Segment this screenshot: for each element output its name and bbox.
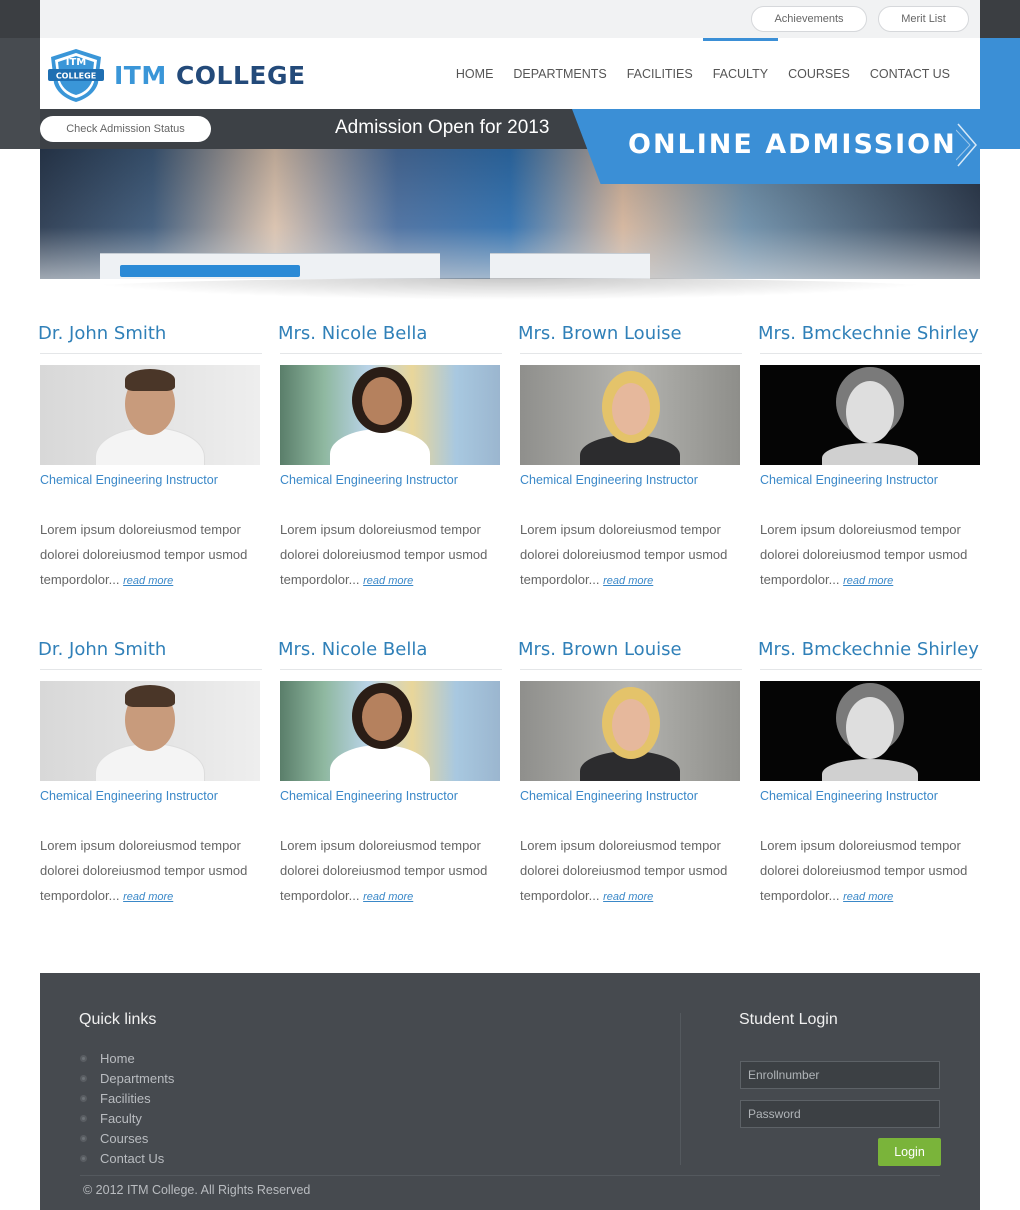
read-more-link[interactable]: read more	[603, 891, 653, 903]
faculty-description: Lorem ipsum doloreiusmod tempor dolorei …	[520, 522, 728, 587]
faculty-description: Lorem ipsum doloreiusmod tempor dolorei …	[760, 838, 968, 903]
student-login-title: Student Login	[739, 1011, 838, 1028]
check-admission-status-button[interactable]: Check Admission Status	[40, 116, 211, 142]
password-input[interactable]	[740, 1100, 940, 1128]
merit-list-button[interactable]: Merit List	[878, 6, 969, 32]
faculty-role[interactable]: Chemical Engineering Instructor	[520, 473, 742, 487]
faculty-photo[interactable]	[520, 681, 740, 781]
site-logo[interactable]: ITM COLLEGE ITM COLLEGE	[46, 47, 306, 103]
faculty-description: Lorem ipsum doloreiusmod tempor dolorei …	[280, 522, 488, 587]
read-more-link[interactable]: read more	[363, 575, 413, 587]
read-more-link[interactable]: read more	[123, 891, 173, 903]
faculty-description: Lorem ipsum doloreiusmod tempor dolorei …	[40, 522, 248, 587]
site-name-part2: COLLEGE	[175, 60, 306, 90]
quick-links-title: Quick links	[79, 1011, 157, 1028]
main-nav: HOME DEPARTMENTS FACILITIES FACULTY COUR…	[446, 38, 960, 109]
site-name: ITM COLLEGE	[114, 61, 306, 90]
bullet-icon	[80, 1134, 87, 1142]
nav-home[interactable]: HOME	[446, 38, 504, 109]
footer-divider	[680, 1013, 681, 1165]
hero-shadow	[70, 278, 950, 300]
faculty-card: Mrs. Brown Louise Chemical Engineering I…	[518, 323, 742, 594]
login-button[interactable]: Login	[878, 1138, 941, 1166]
page-band-right	[980, 38, 1020, 149]
faculty-card: Dr. John Smith Chemical Engineering Inst…	[38, 323, 262, 594]
page-band-left	[0, 38, 40, 149]
faculty-role[interactable]: Chemical Engineering Instructor	[280, 789, 502, 803]
bullet-icon	[80, 1054, 87, 1062]
admission-open-text: Admission Open for 2013	[335, 117, 550, 138]
faculty-photo[interactable]	[280, 365, 500, 465]
footer-link-home[interactable]: Home	[80, 1048, 174, 1068]
bullet-icon	[80, 1094, 87, 1102]
footer-link-facilities[interactable]: Facilities	[80, 1088, 174, 1108]
faculty-description: Lorem ipsum doloreiusmod tempor dolorei …	[280, 838, 488, 903]
nav-courses[interactable]: COURSES	[778, 38, 860, 109]
faculty-photo[interactable]	[280, 681, 500, 781]
enroll-number-input[interactable]	[740, 1061, 940, 1089]
copyright-text: © 2012 ITM College. All Rights Reserved	[83, 1183, 311, 1197]
faculty-role[interactable]: Chemical Engineering Instructor	[760, 789, 982, 803]
online-admission-banner[interactable]: ONLINE ADMISSION	[572, 109, 980, 184]
faculty-photo[interactable]	[520, 365, 740, 465]
faculty-card: Mrs. Bmckechnie Shirley Chemical Enginee…	[758, 639, 982, 910]
footer-link-faculty[interactable]: Faculty	[80, 1108, 174, 1128]
svg-text:COLLEGE: COLLEGE	[56, 72, 96, 81]
nav-faculty[interactable]: FACULTY	[702, 38, 779, 109]
faculty-description: Lorem ipsum doloreiusmod tempor dolorei …	[40, 838, 248, 903]
bullet-icon	[80, 1154, 87, 1162]
faculty-card: Mrs. Brown Louise Chemical Engineering I…	[518, 639, 742, 910]
read-more-link[interactable]: read more	[843, 891, 893, 903]
faculty-role[interactable]: Chemical Engineering Instructor	[40, 473, 262, 487]
site-footer: Quick links Home Departments Facilities …	[40, 973, 980, 1210]
faculty-role[interactable]: Chemical Engineering Instructor	[280, 473, 502, 487]
read-more-link[interactable]: read more	[123, 575, 173, 587]
faculty-role[interactable]: Chemical Engineering Instructor	[760, 473, 982, 487]
footer-link-courses[interactable]: Courses	[80, 1128, 174, 1148]
page-band-top-left	[0, 0, 40, 38]
faculty-photo[interactable]	[760, 365, 980, 465]
achievements-button[interactable]: Achievements	[751, 6, 867, 32]
faculty-card: Mrs. Bmckechnie Shirley Chemical Enginee…	[758, 323, 982, 594]
faculty-photo[interactable]	[40, 365, 260, 465]
faculty-photo[interactable]	[40, 681, 260, 781]
read-more-link[interactable]: read more	[603, 575, 653, 587]
footer-link-departments[interactable]: Departments	[80, 1068, 174, 1088]
site-header: ITM COLLEGE ITM COLLEGE HOME DEPARTMENTS…	[40, 38, 980, 109]
nav-facilities[interactable]: FACILITIES	[617, 38, 703, 109]
page-band-top-right	[980, 0, 1020, 38]
read-more-link[interactable]: read more	[843, 575, 893, 587]
faculty-card: Dr. John Smith Chemical Engineering Inst…	[38, 639, 262, 910]
faculty-description: Lorem ipsum doloreiusmod tempor dolorei …	[760, 522, 968, 587]
svg-text:ITM: ITM	[66, 57, 87, 68]
quick-links-list: Home Departments Facilities Faculty Cour…	[80, 1048, 174, 1168]
bullet-icon	[80, 1074, 87, 1082]
nav-departments[interactable]: DEPARTMENTS	[503, 38, 616, 109]
top-utility-bar: Achievements Merit List	[40, 0, 980, 38]
faculty-role[interactable]: Chemical Engineering Instructor	[40, 789, 262, 803]
shield-badge-icon: ITM COLLEGE	[48, 49, 104, 102]
faculty-role[interactable]: Chemical Engineering Instructor	[520, 789, 742, 803]
footer-rule	[80, 1175, 940, 1176]
chevron-right-icon	[956, 123, 977, 167]
faculty-card: Mrs. Nicole Bella Chemical Engineering I…	[278, 323, 502, 594]
faculty-photo[interactable]	[760, 681, 980, 781]
online-admission-label: ONLINE ADMISSION	[628, 129, 957, 160]
footer-link-contact-us[interactable]: Contact Us	[80, 1148, 174, 1168]
faculty-card: Mrs. Nicole Bella Chemical Engineering I…	[278, 639, 502, 910]
read-more-link[interactable]: read more	[363, 891, 413, 903]
nav-contact-us[interactable]: CONTACT US	[860, 38, 960, 109]
faculty-description: Lorem ipsum doloreiusmod tempor dolorei …	[520, 838, 728, 903]
bullet-icon	[80, 1114, 87, 1122]
site-name-part1: ITM	[114, 60, 167, 90]
